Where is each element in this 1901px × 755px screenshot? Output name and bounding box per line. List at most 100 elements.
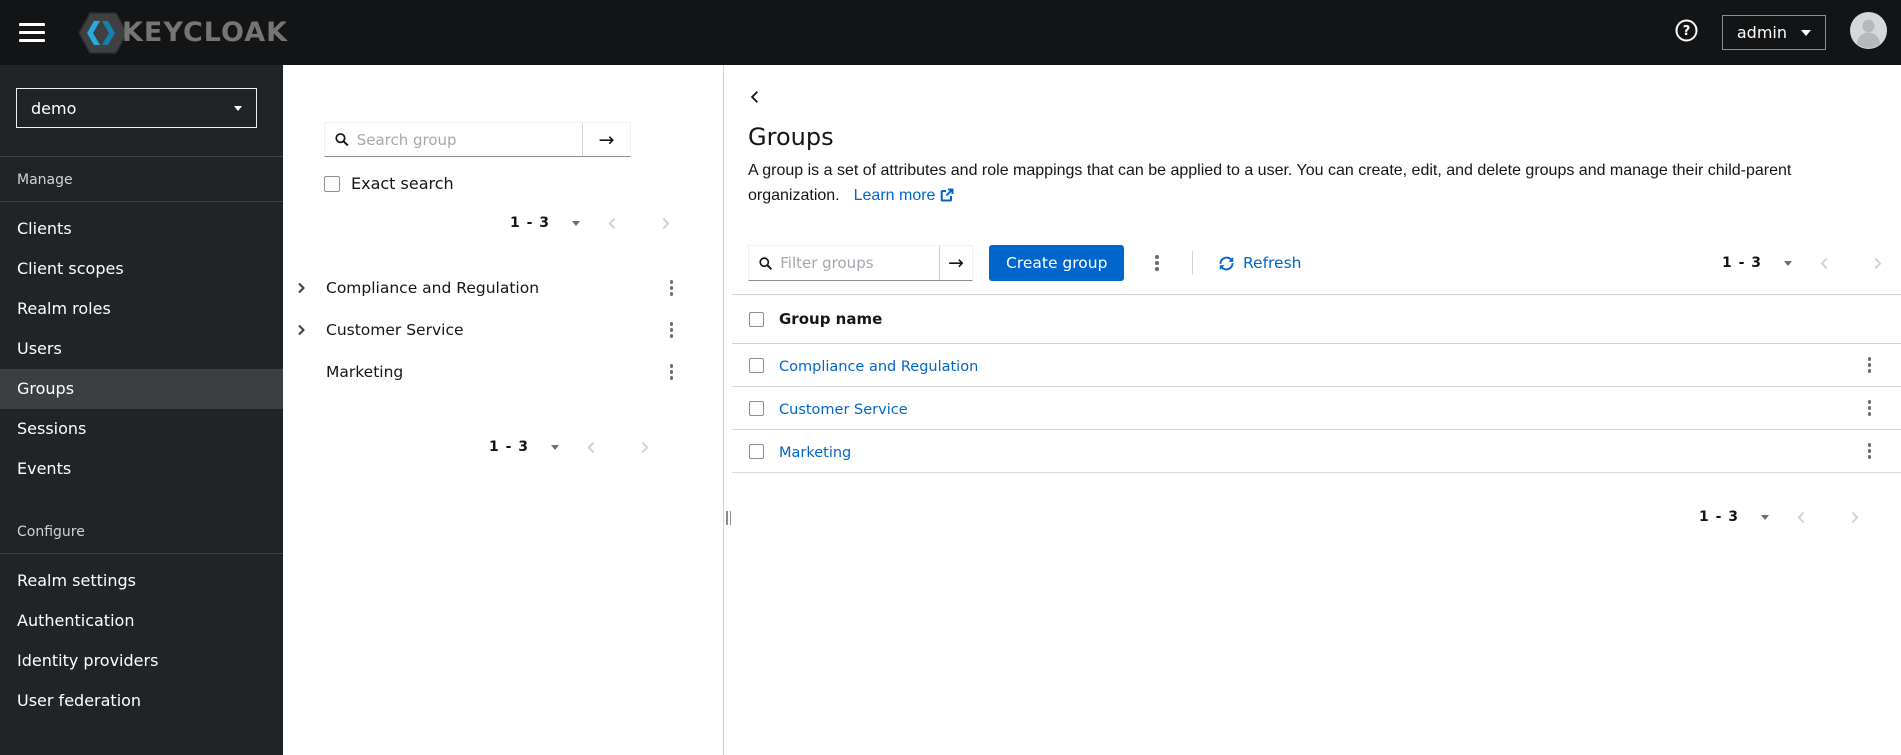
tree-item-customer-service[interactable]: Customer Service <box>283 309 723 351</box>
row-kebab-menu[interactable] <box>1864 396 1876 420</box>
pagination-options-toggle[interactable] <box>1761 514 1769 520</box>
tree-item-kebab-menu[interactable] <box>666 318 678 342</box>
panel-resize-handle[interactable] <box>723 65 732 755</box>
username: admin <box>1736 23 1787 42</box>
angle-left-icon <box>1820 257 1828 269</box>
filter-submit-button[interactable]: → <box>939 246 972 280</box>
learn-more-link[interactable]: Learn more <box>854 187 955 204</box>
sidebar-item-client-scopes[interactable]: Client scopes <box>0 249 283 289</box>
group-link[interactable]: Compliance and Regulation <box>779 359 978 375</box>
row-kebab-menu[interactable] <box>1864 353 1876 377</box>
tree-pagination-top: 1 - 3 <box>283 205 672 241</box>
angle-left-icon <box>608 217 616 229</box>
select-all-checkbox[interactable] <box>749 311 764 327</box>
table-pagination-top: 1 - 3 <box>1722 245 1901 281</box>
row-kebab-menu[interactable] <box>1864 439 1876 463</box>
collapse-drawer-button[interactable] <box>748 90 762 108</box>
pagination-range: 1 - 3 <box>1721 255 1762 271</box>
sidebar-item-events[interactable]: Events <box>0 449 283 489</box>
nav-section-manage: Manage <box>0 157 283 202</box>
groups-toolbar: → Create group Refresh 1 - 3 <box>732 244 1901 282</box>
search-group-input[interactable] <box>356 130 582 149</box>
row-checkbox[interactable] <box>749 443 764 459</box>
expand-toggle-button[interactable] <box>293 324 326 336</box>
tree-item-label: Marketing <box>326 363 404 381</box>
pagination-prev-button[interactable] <box>1818 257 1831 270</box>
pagination-next-button[interactable] <box>659 217 672 230</box>
sidebar-item-users[interactable]: Users <box>0 329 283 369</box>
grip-icon <box>726 511 732 525</box>
realm-selector[interactable]: demo <box>16 88 257 128</box>
chevron-down-icon <box>1801 29 1811 36</box>
row-checkbox[interactable] <box>749 400 764 416</box>
tree-item-kebab-menu[interactable] <box>666 360 678 384</box>
pagination-next-button[interactable] <box>1871 257 1884 270</box>
row-checkbox[interactable] <box>749 357 764 373</box>
nav-toggle-button[interactable] <box>19 22 45 43</box>
chevron-down-icon <box>1784 260 1792 266</box>
sidebar-item-user-federation[interactable]: User federation <box>0 681 283 721</box>
pagination-next-button[interactable] <box>1848 511 1861 524</box>
help-button[interactable]: ? <box>1675 19 1698 46</box>
exact-search-checkbox[interactable] <box>324 175 340 192</box>
group-link[interactable]: Customer Service <box>779 402 908 418</box>
avatar[interactable] <box>1850 12 1887 53</box>
user-menu-dropdown[interactable]: admin <box>1721 15 1826 50</box>
table-row: Customer Service <box>732 387 1901 430</box>
pagination-options-toggle[interactable] <box>572 220 580 226</box>
angle-right-icon <box>662 217 670 229</box>
table-row: Marketing <box>732 430 1901 473</box>
group-search: → <box>324 122 631 157</box>
group-link[interactable]: Marketing <box>779 445 851 461</box>
avatar-icon <box>1850 12 1887 49</box>
table-header-row: Group name <box>732 294 1901 344</box>
tree-item-compliance-and-regulation[interactable]: Compliance and Regulation <box>283 267 723 309</box>
sidebar-item-realm-roles[interactable]: Realm roles <box>0 289 283 329</box>
external-link-icon <box>940 185 954 210</box>
column-header-group-name: Group name <box>779 310 883 328</box>
refresh-button[interactable]: Refresh <box>1219 254 1302 272</box>
pagination-next-button[interactable] <box>638 441 651 454</box>
configure-nav-list: Realm settings Authentication Identity p… <box>0 554 283 721</box>
pagination-options-toggle[interactable] <box>1784 260 1792 266</box>
tree-pagination-bottom: 1 - 3 <box>283 429 651 465</box>
angle-right-icon <box>641 441 649 453</box>
pagination-range: 1 - 3 <box>509 215 550 231</box>
keycloak-hexagon-icon <box>78 11 128 54</box>
groups-table: Group name Compliance and Regulation Cus… <box>732 294 1901 473</box>
angle-right-icon <box>298 324 305 336</box>
sidebar-item-identity-providers[interactable]: Identity providers <box>0 641 283 681</box>
help-icon: ? <box>1675 19 1698 42</box>
sidebar-item-clients[interactable]: Clients <box>0 209 283 249</box>
chevron-down-icon <box>1761 514 1769 520</box>
sidebar-item-realm-settings[interactable]: Realm settings <box>0 561 283 601</box>
pagination-prev-button[interactable] <box>1795 511 1808 524</box>
nav-section-configure: Configure <box>0 509 283 554</box>
filter-groups-input[interactable] <box>780 254 939 272</box>
sidebar-item-authentication[interactable]: Authentication <box>0 601 283 641</box>
toolbar-kebab-menu[interactable] <box>1151 251 1163 275</box>
tree-item-marketing[interactable]: Marketing <box>283 351 723 393</box>
pagination-prev-button[interactable] <box>585 441 598 454</box>
search-icon <box>759 256 773 270</box>
pagination-range: 1 - 3 <box>488 439 529 455</box>
realm-name: demo <box>31 98 77 118</box>
search-submit-button[interactable]: → <box>582 123 630 156</box>
pagination-prev-button[interactable] <box>606 217 619 230</box>
angle-right-icon <box>1874 257 1882 269</box>
filter-groups-search: → <box>748 245 973 281</box>
page-title: Groups <box>748 123 834 151</box>
angle-left-icon <box>1797 511 1805 523</box>
create-group-button[interactable]: Create group <box>989 245 1125 281</box>
expand-toggle-button[interactable] <box>293 282 326 294</box>
chevron-down-icon <box>572 220 580 226</box>
groups-main-panel: Groups A group is a set of attributes an… <box>732 65 1901 755</box>
sidebar-item-sessions[interactable]: Sessions <box>0 409 283 449</box>
page-description: A group is a set of attributes and role … <box>748 158 1893 210</box>
group-tree-list: Compliance and Regulation Customer Servi… <box>283 267 723 393</box>
group-tree-panel: → Exact search 1 - 3 Compliance and Regu… <box>283 65 723 755</box>
tree-item-kebab-menu[interactable] <box>666 276 678 300</box>
sidebar-item-groups[interactable]: Groups <box>0 369 283 409</box>
pagination-options-toggle[interactable] <box>551 444 559 450</box>
chevron-down-icon <box>551 444 559 450</box>
